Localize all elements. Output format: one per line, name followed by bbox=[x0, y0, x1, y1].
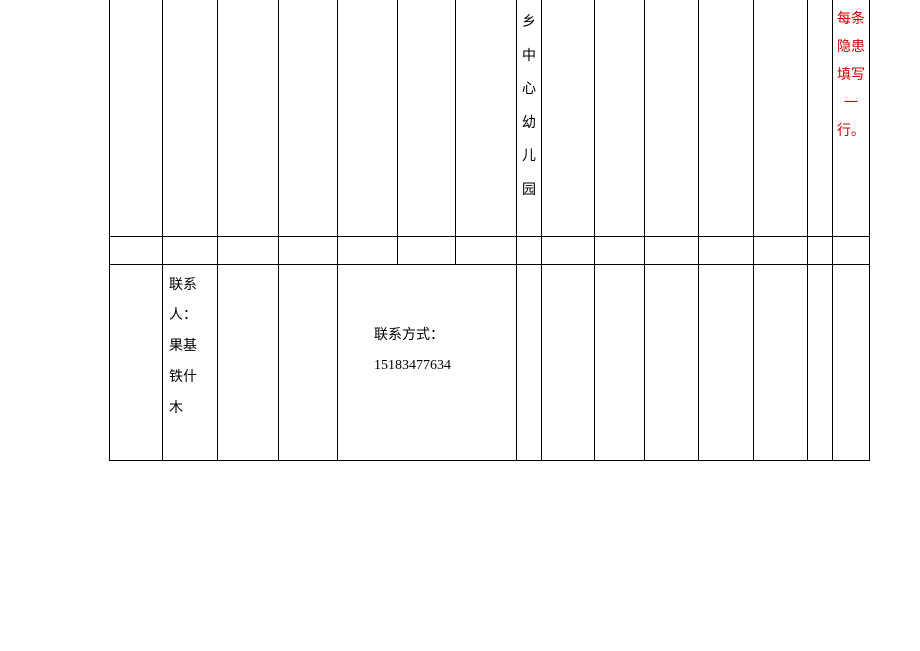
cell bbox=[517, 236, 542, 264]
table-row: 联系人： 果基 铁什 木 联系方式： 15183477634 bbox=[110, 264, 870, 460]
school-name-text: 乡 中 心 幼 儿 园 bbox=[522, 15, 536, 198]
cell bbox=[398, 236, 456, 264]
cell bbox=[542, 264, 595, 460]
cell-school-name: 乡 中 心 幼 儿 园 bbox=[517, 0, 542, 236]
cell bbox=[645, 0, 699, 236]
cell bbox=[398, 0, 456, 236]
cell bbox=[595, 264, 645, 460]
contact-method-value: 15183477634 bbox=[374, 351, 512, 382]
cell bbox=[808, 264, 833, 460]
cell bbox=[456, 0, 517, 236]
cell bbox=[595, 0, 645, 236]
note-text: 每条隐患填写一行。 bbox=[837, 12, 865, 139]
cell bbox=[456, 236, 517, 264]
cell bbox=[754, 264, 808, 460]
cell-note: 每条隐患填写一行。 bbox=[833, 0, 870, 236]
document-table: 乡 中 心 幼 儿 园 每条隐患填写一行。 联系人： 果基 铁什 木 联系方式：… bbox=[109, 0, 870, 461]
cell-contact-method: 联系方式： 15183477634 bbox=[338, 264, 517, 460]
cell bbox=[338, 236, 398, 264]
cell bbox=[218, 236, 279, 264]
cell bbox=[279, 264, 338, 460]
contact-person-text: 联系人： 果基 铁什 木 bbox=[169, 278, 197, 416]
table-row bbox=[110, 236, 870, 264]
cell bbox=[110, 264, 163, 460]
cell bbox=[699, 0, 754, 236]
cell bbox=[833, 264, 870, 460]
cell bbox=[833, 236, 870, 264]
cell bbox=[110, 236, 163, 264]
cell bbox=[754, 236, 808, 264]
contact-method-label: 联系方式： bbox=[374, 321, 512, 352]
cell bbox=[218, 264, 279, 460]
cell bbox=[645, 236, 699, 264]
cell-contact-person: 联系人： 果基 铁什 木 bbox=[163, 264, 218, 460]
cell bbox=[517, 264, 542, 460]
cell bbox=[645, 264, 699, 460]
cell bbox=[218, 0, 279, 236]
cell bbox=[110, 0, 163, 236]
cell bbox=[279, 236, 338, 264]
cell bbox=[754, 0, 808, 236]
cell bbox=[279, 0, 338, 236]
cell bbox=[808, 0, 833, 236]
cell bbox=[163, 236, 218, 264]
cell bbox=[699, 264, 754, 460]
cell bbox=[808, 236, 833, 264]
table-row: 乡 中 心 幼 儿 园 每条隐患填写一行。 bbox=[110, 0, 870, 236]
cell bbox=[595, 236, 645, 264]
cell bbox=[542, 236, 595, 264]
cell bbox=[542, 0, 595, 236]
cell bbox=[699, 236, 754, 264]
cell bbox=[338, 0, 398, 236]
cell bbox=[163, 0, 218, 236]
